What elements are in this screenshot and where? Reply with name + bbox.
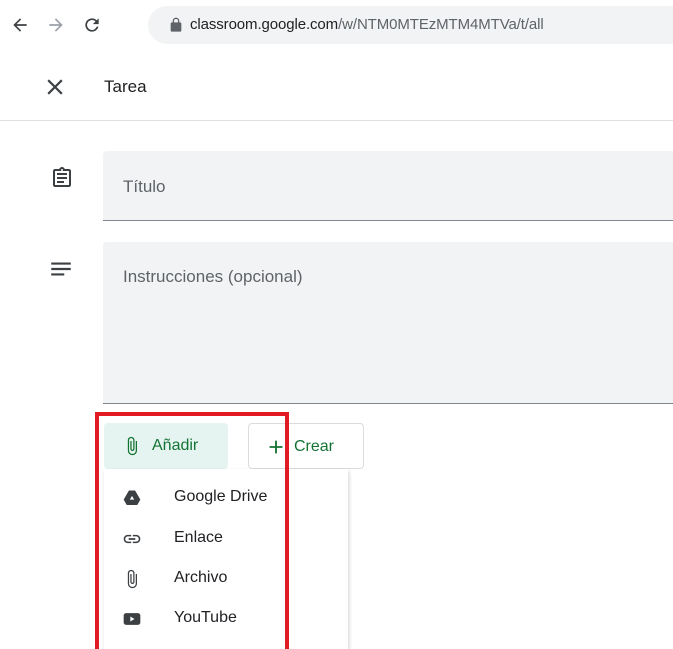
page-title: Tarea [104, 77, 147, 96]
url-host: classroom.google.com [190, 16, 339, 33]
instructions-placeholder: Instrucciones (opcional) [123, 267, 303, 286]
assignment-icon [53, 167, 71, 187]
reload-button[interactable] [80, 13, 104, 37]
highlight-annotation [95, 412, 289, 649]
url-text: classroom.google.com/w/NTM0MTEzMTM4MTVa/… [190, 16, 544, 33]
instructions-input[interactable]: Instrucciones (opcional) [103, 242, 673, 404]
notes-icon [51, 262, 71, 276]
forward-button[interactable] [44, 13, 68, 37]
arrow-left-icon [13, 18, 27, 32]
lock-icon [170, 17, 182, 32]
task-header: Tarea [0, 56, 673, 121]
create-button-label: Crear [294, 438, 335, 455]
title-placeholder: Título [123, 177, 166, 196]
title-input[interactable]: Título [103, 151, 673, 221]
arrow-right-icon [49, 18, 63, 32]
address-bar[interactable]: classroom.google.com/w/NTM0MTEzMTM4MTVa/… [148, 6, 673, 44]
browser-toolbar: classroom.google.com/w/NTM0MTEzMTM4MTVa/… [0, 0, 673, 54]
close-icon[interactable] [42, 74, 68, 100]
url-path: /w/NTM0MTEzMTM4MTVa/t/all [338, 16, 544, 33]
back-button[interactable] [8, 13, 32, 37]
reload-icon [85, 18, 99, 32]
